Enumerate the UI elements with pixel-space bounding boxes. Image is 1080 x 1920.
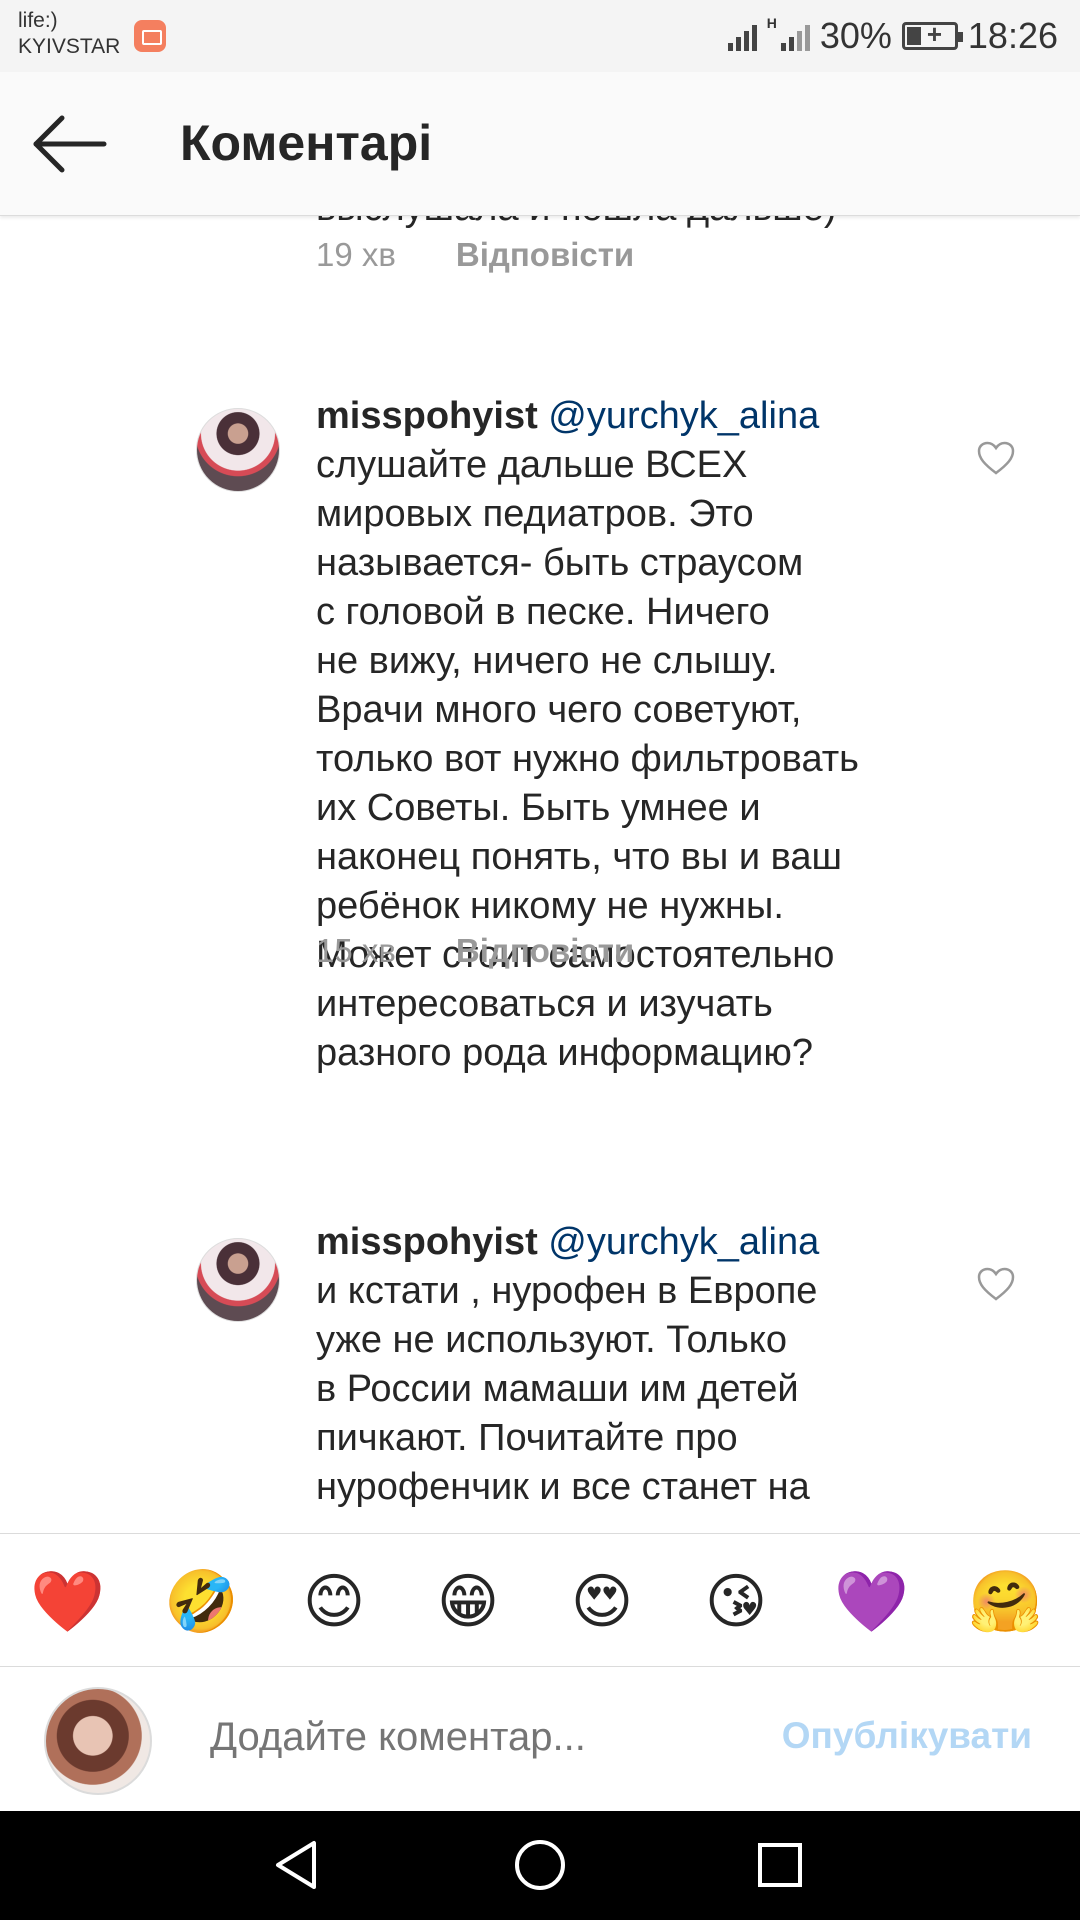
comment-line: выслушала и пошла дальше) <box>316 216 956 233</box>
comment-line: разного рода информацию? <box>316 1032 814 1074</box>
system-nav-bar <box>0 1811 1080 1920</box>
nav-recents-button[interactable] <box>748 1833 812 1897</box>
comment-mention[interactable]: @yurchyk_alina <box>548 1221 819 1263</box>
comment-meta: 19 хв Відповісти <box>316 236 634 274</box>
comment-line: их Советы. Быть умнее и <box>316 787 761 829</box>
comment-line: уже не используют. Только <box>316 1319 787 1361</box>
like-button[interactable] <box>976 1266 1016 1302</box>
comment-text: misspohyist @yurchyk_alina слушайте даль… <box>316 392 956 1078</box>
comment-line: Врачи много чего советуют, <box>316 689 802 731</box>
comment-line: нурофенчик и все станет на <box>316 1466 810 1508</box>
battery-charging-icon: + <box>901 19 963 50</box>
heart-emoji[interactable]: ❤️ <box>30 1566 105 1638</box>
comment-line: в России мамаши им детей <box>316 1368 799 1410</box>
comment-input[interactable] <box>210 1707 730 1767</box>
purple-heart-emoji[interactable]: 💜 <box>834 1566 909 1638</box>
like-button[interactable] <box>976 440 1016 476</box>
comment-line: наконец понять, что вы и ваш <box>316 836 843 878</box>
comment-username[interactable]: misspohyist <box>316 1221 538 1263</box>
comment-time: 15 хв <box>316 932 396 969</box>
comment-time: 19 хв <box>316 236 396 273</box>
status-bar: life:) KYIVSTAR H 30% + 18:26 <box>0 0 1080 72</box>
notification-icon <box>134 20 166 52</box>
hugging-emoji[interactable]: 🤗 <box>968 1566 1043 1638</box>
square-recents-icon <box>758 1843 802 1887</box>
reply-button[interactable]: Відповісти <box>456 236 634 274</box>
carrier-2-label: KYIVSTAR <box>18 35 121 58</box>
signal-2-icon <box>780 21 810 51</box>
heart-eyes-emoji[interactable]: 😍 <box>566 1566 638 1638</box>
back-button[interactable] <box>30 112 110 176</box>
comment-text: misspohyist @yurchyk_alina и кстати , ну… <box>316 1218 956 1512</box>
clock: 18:26 <box>967 15 1058 56</box>
battery-percent: 30% <box>819 15 892 56</box>
publish-button[interactable]: Опублікувати <box>782 1715 1032 1757</box>
carrier-1-label: life:) <box>18 9 58 32</box>
signal-icon <box>727 21 757 51</box>
comment-line: только вот нужно фильтровать <box>316 738 859 780</box>
circle-home-icon <box>515 1840 565 1890</box>
comment-text: выслушала и пошла дальше) <box>316 216 956 233</box>
app-header: Коментарі <box>0 72 1080 216</box>
smiling-emoji[interactable]: 😊 <box>298 1566 370 1638</box>
heart-outline-icon <box>977 441 1015 475</box>
nav-back-button[interactable] <box>268 1833 332 1897</box>
emoji-bar: ❤️ 🤣 😊 😁 😍 😘 💜 🤗 <box>0 1533 1080 1667</box>
page-title: Коментарі <box>180 115 433 171</box>
arrow-left-icon <box>33 115 107 173</box>
status-indicators: H 30% + 18:26 <box>727 14 1058 58</box>
avatar <box>44 1687 152 1795</box>
avatar[interactable] <box>196 408 280 492</box>
comment-line: называется- быть страусом <box>316 542 804 584</box>
heart-outline-icon <box>977 1267 1015 1301</box>
comment-meta: 15 хв Відповісти <box>316 932 634 970</box>
comment-line: ребёнок никому не нужны. <box>316 885 784 927</box>
grinning-emoji[interactable]: 😁 <box>432 1566 504 1638</box>
comment-line: мировых педиатров. Это <box>316 493 754 535</box>
comment-line: слушайте дальше ВСЕХ <box>316 444 748 486</box>
comment-line: пичкают. Почитайте про <box>316 1417 738 1459</box>
reply-button[interactable]: Відповісти <box>456 932 634 970</box>
nav-home-button[interactable] <box>508 1833 572 1897</box>
comments-list[interactable]: выслушала и пошла дальше) 19 хв Відповіс… <box>0 216 1080 1533</box>
comment-line: с головой в песке. Ничего <box>316 591 770 633</box>
comment-line: интересоваться и изучать <box>316 983 773 1025</box>
rofl-emoji[interactable]: 🤣 <box>164 1566 239 1638</box>
comment-mention[interactable]: @yurchyk_alina <box>548 395 819 437</box>
comment-username[interactable]: misspohyist <box>316 395 538 437</box>
comment-input-bar: Опублікувати <box>0 1667 1080 1811</box>
triangle-back-icon <box>276 1841 316 1889</box>
network-type-label: H <box>766 15 777 31</box>
carrier-info: life:) KYIVSTAR <box>18 8 120 60</box>
comment-line: не вижу, ничего не слышу. <box>316 640 778 682</box>
kiss-emoji[interactable]: 😘 <box>700 1566 772 1638</box>
avatar[interactable] <box>196 1238 280 1322</box>
comment-line: и кстати , нурофен в Европе <box>316 1270 818 1312</box>
